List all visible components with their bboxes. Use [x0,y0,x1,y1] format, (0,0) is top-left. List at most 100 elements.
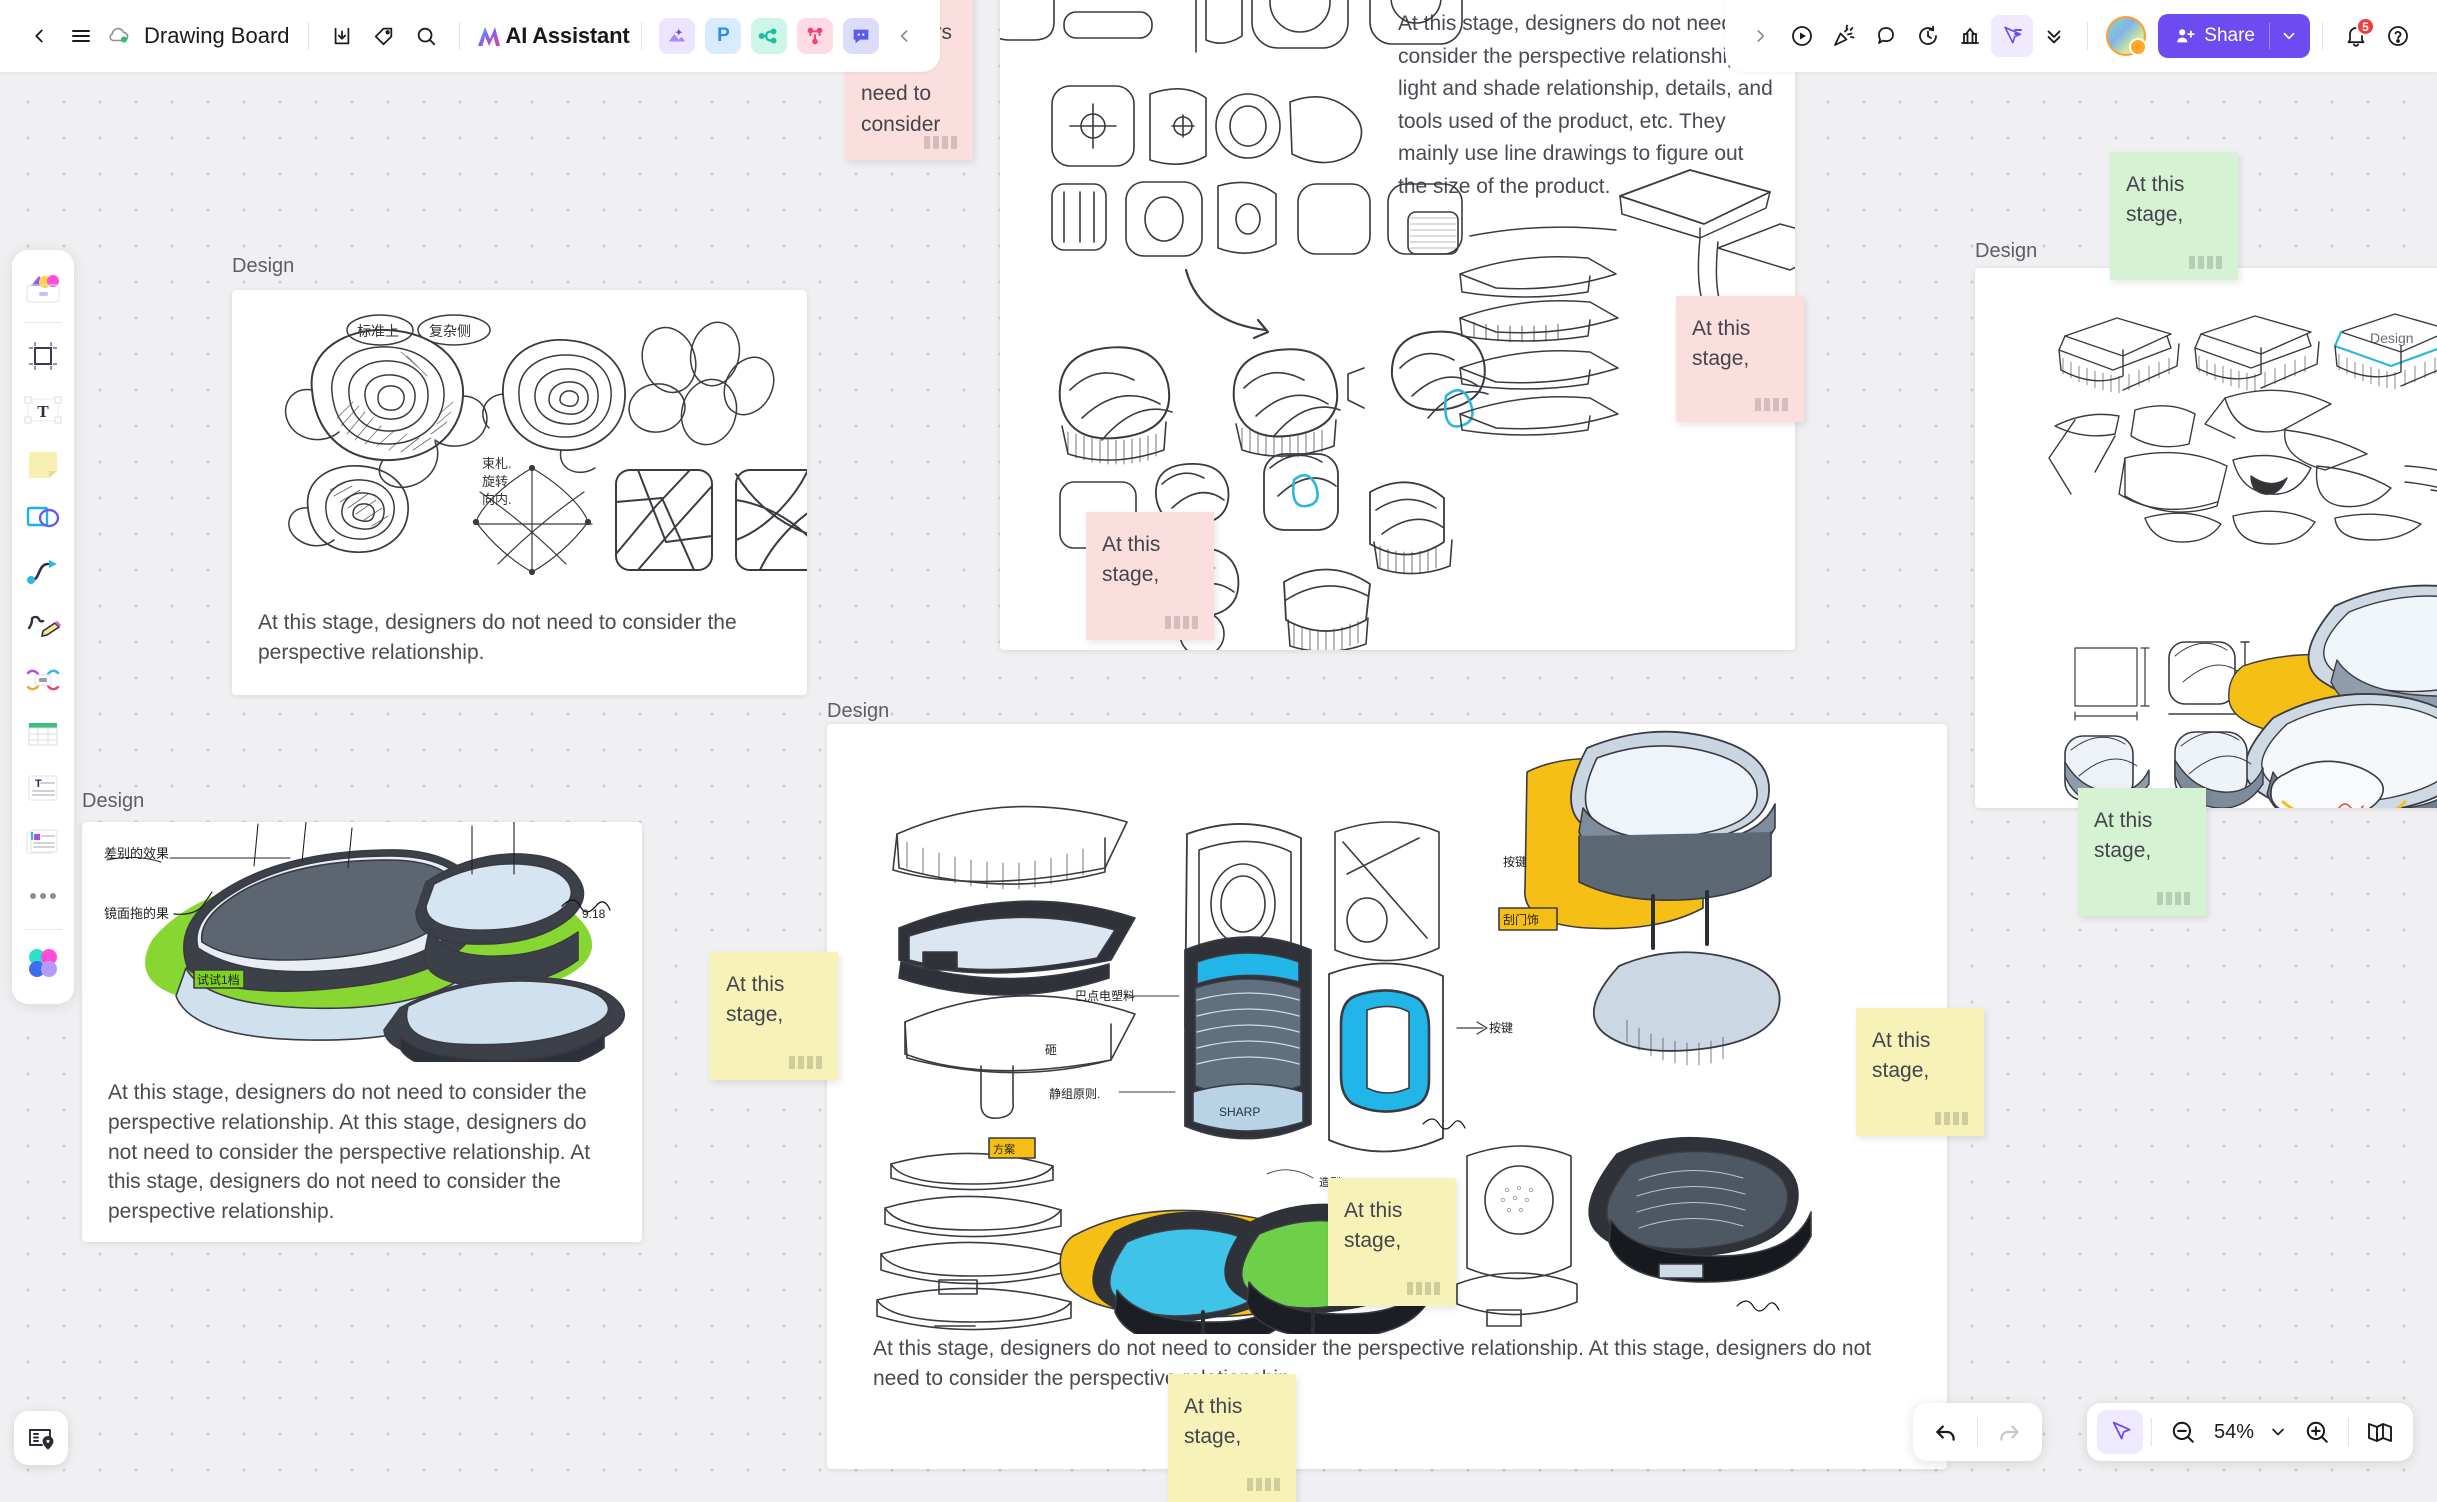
zoom-divider-2 [2348,1418,2349,1446]
sidebar-item-pen[interactable] [19,599,67,653]
note-resize-handle[interactable] [1165,616,1201,629]
card-green-render[interactable]: 差别的效果 镜面拖的果 试试1档 9.18 At this stage, des… [82,822,642,1242]
celebrate-icon[interactable] [1823,15,1865,57]
note-resize-handle[interactable] [789,1056,825,1069]
svg-text:试试1档: 试试1档 [197,972,240,987]
cursor-select-tool-button[interactable] [2097,1410,2143,1454]
flowchart-chip[interactable] [797,18,833,54]
share-divider [2269,23,2270,49]
svg-text:T: T [35,778,42,790]
redo-button[interactable] [1986,1410,2032,1454]
card-roses[interactable]: 标准上 复杂侧 [232,290,807,695]
note-resize-handle[interactable] [924,136,960,149]
notifications-button[interactable]: 5 [2335,15,2377,57]
share-caret-icon[interactable] [2272,27,2306,45]
note-resize-handle[interactable] [1935,1112,1971,1125]
comment-bubble-icon[interactable] [1865,15,1907,57]
zoom-out-button[interactable] [2160,1410,2206,1454]
cursor-select-icon[interactable] [1991,15,2033,57]
board-canvas[interactable]: Design 标准上 复杂侧 [0,0,2437,1481]
minimap-button[interactable] [2357,1410,2403,1454]
download-icon[interactable] [321,15,363,57]
sidebar-item-templates[interactable] [19,262,67,316]
present-play-icon[interactable] [1781,15,1823,57]
hamburger-menu-button[interactable] [60,15,102,57]
note-green-top[interactable]: At this stage, [2110,152,2238,280]
chart-icon[interactable] [1949,15,1991,57]
mindmap-chip[interactable] [751,18,787,54]
card-text-bottom-center: At this stage, designers do not need to … [827,1334,1947,1394]
svg-text:复杂侧: 复杂侧 [429,323,471,339]
note-yellow-right[interactable]: At this stage, [1856,1008,1984,1136]
note-green-bottom[interactable]: At this stage, [2078,788,2206,916]
share-label: Share [2204,25,2255,47]
undo-button[interactable] [1923,1410,1969,1454]
note-yellow-left[interactable]: At this stage, [710,952,838,1080]
timer-icon[interactable] [1907,15,1949,57]
chevron-double-down-icon[interactable] [2033,15,2075,57]
sidebar-item-more[interactable] [19,869,67,923]
sidebar-item-card[interactable] [19,815,67,869]
svg-text:砸: 砸 [1045,1043,1057,1057]
ai-assistant-logo-icon[interactable] [472,15,506,57]
sidebar-item-frame[interactable] [19,329,67,383]
cloud-saved-icon [102,15,136,57]
svg-text:9.18: 9.18 [582,907,606,921]
sidebar-item-text[interactable]: T [19,383,67,437]
collapse-apps-button[interactable] [884,15,926,57]
zoom-in-button[interactable] [2294,1410,2340,1454]
sidebar-item-color-palette[interactable] [19,936,67,990]
svg-text:束札.: 束札. [482,456,512,471]
toolbar-divider-right-2 [2322,22,2323,50]
note-yellow-mid[interactable]: At this stage, [1328,1178,1456,1306]
sidebar-item-connector[interactable] [19,545,67,599]
svg-text:按键: 按键 [1503,855,1527,869]
sidebar-item-shapes[interactable] [19,491,67,545]
document-title[interactable]: Drawing Board [144,23,290,49]
presentation-chip[interactable]: P [705,18,741,54]
help-circle-icon[interactable] [2377,15,2419,57]
tag-icon[interactable] [363,15,405,57]
svg-text:镜面拖的果: 镜面拖的果 [104,906,169,921]
svg-text:向内.: 向内. [482,492,512,507]
sidebar-item-text-block[interactable]: T [19,761,67,815]
note-text: At this stage, [1184,1395,1242,1448]
history-divider [1977,1418,1978,1446]
user-avatar[interactable] [2106,16,2146,56]
ai-assistant-label[interactable]: AI Assistant [506,23,630,49]
note-pink-mid[interactable]: At this stage, [1086,512,1214,640]
note-text: At this stage, [1344,1199,1402,1252]
note-resize-handle[interactable] [1247,1478,1283,1491]
card-text-roses: At this stage, designers do not need to … [232,590,807,686]
note-text: At this stage, [1692,317,1750,370]
note-resize-handle[interactable] [1755,398,1791,411]
svg-text:T: T [37,402,49,421]
card-orange-render[interactable]: Design [1975,268,2437,808]
note-resize-handle[interactable] [2157,892,2193,905]
rail-divider [24,322,62,323]
sidebar-item-mindmap[interactable] [19,653,67,707]
sidebar-item-sticky-note[interactable] [19,437,67,491]
map-locations-button[interactable] [14,1411,68,1465]
top-toolbar-right: Share 5 [1725,0,2437,72]
green-render-image: 差别的效果 镜面拖的果 试试1档 9.18 [82,822,642,1062]
svg-text:SHARP: SHARP [1219,1105,1260,1119]
search-icon[interactable] [405,15,447,57]
note-yellow-low[interactable]: At this stage, [1168,1374,1296,1502]
left-tool-rail: T [12,250,74,1004]
note-text: At this stage, [1872,1029,1930,1082]
card-bottom-center[interactable]: SHARP 按键 巴点电塑料 砸 静组原则. [827,724,1947,1469]
note-resize-handle[interactable] [2189,256,2225,269]
zoom-level-value[interactable]: 54% [2206,1421,2262,1444]
back-button[interactable] [18,15,60,57]
comment-chip[interactable] [843,18,879,54]
note-text: At this stage, [726,973,784,1026]
note-resize-handle[interactable] [1407,1282,1443,1295]
top-toolbar-left: Drawing Board AI Assistant P [0,0,940,72]
image-generate-chip[interactable] [659,18,695,54]
expand-tools-button[interactable] [1739,15,1781,57]
sidebar-item-table[interactable] [19,707,67,761]
zoom-dropdown-button[interactable] [2262,1410,2294,1454]
share-button[interactable]: Share [2158,14,2310,58]
note-pink-right[interactable]: At this stage, [1676,296,1804,422]
